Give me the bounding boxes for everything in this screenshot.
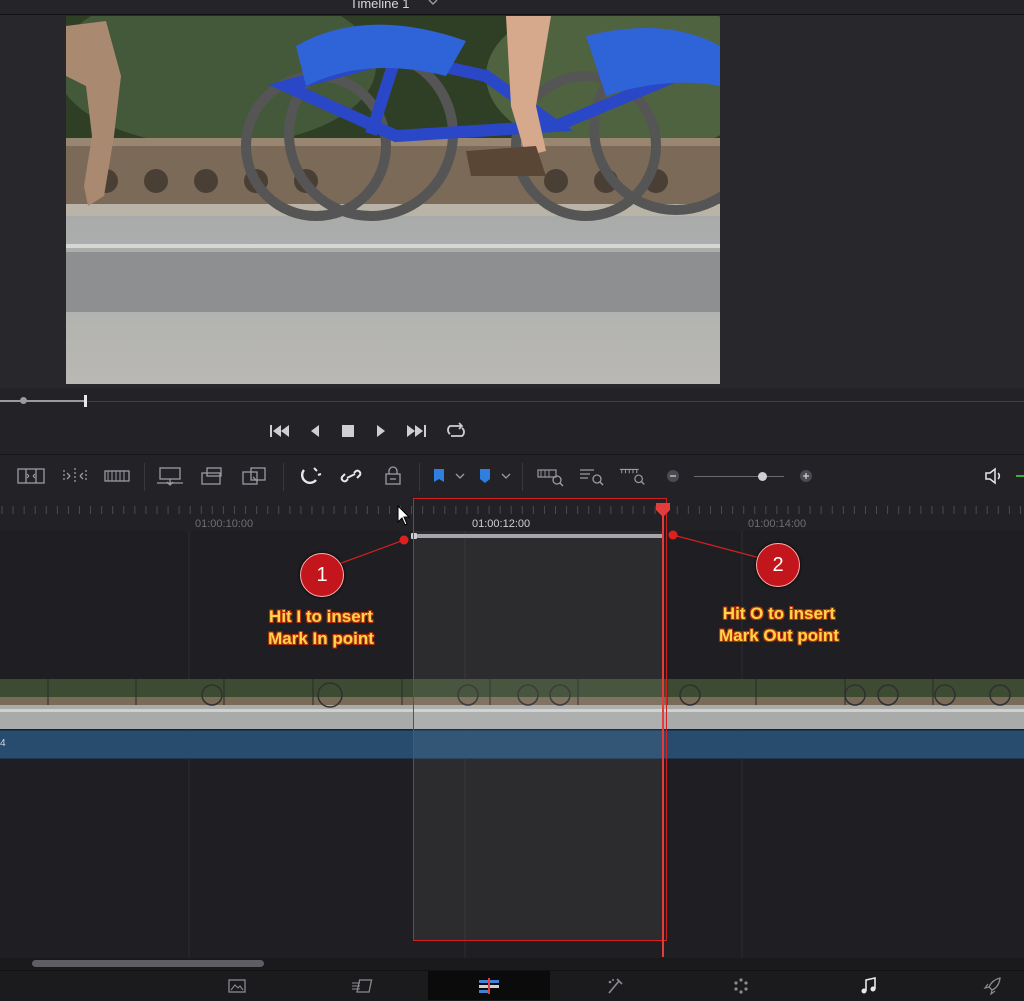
media-page-icon xyxy=(228,978,246,993)
edit-page-icon xyxy=(479,977,499,994)
annotation-text-1: Hit I to insert Mark In point xyxy=(260,606,382,650)
annotation-text-1-line2: Mark In point xyxy=(268,629,374,648)
mouse-cursor-icon xyxy=(397,505,411,526)
annotation-text-2: Hit O to insert Mark Out point xyxy=(712,603,846,647)
annotation-badge-1: 1 xyxy=(300,553,344,597)
annotation-text-1-line1: Hit I to insert xyxy=(269,607,373,626)
color-page-button[interactable] xyxy=(716,971,766,1000)
fusion-page-button[interactable] xyxy=(590,971,640,1000)
cut-page-button[interactable] xyxy=(338,971,388,1000)
deliver-page-icon xyxy=(983,976,1001,995)
timeline-scrollbar-thumb[interactable] xyxy=(32,960,264,967)
annotation-leader-lines xyxy=(335,530,761,566)
deliver-page-button[interactable] xyxy=(968,971,1018,1000)
cut-page-icon xyxy=(352,978,373,993)
annotation-text-2-line1: Hit O to insert xyxy=(722,604,836,623)
annotation-text-2-line2: Mark Out point xyxy=(719,626,839,645)
media-page-button[interactable] xyxy=(212,971,262,1000)
annotation-badge-2: 2 xyxy=(756,543,800,587)
fusion-page-icon xyxy=(608,977,623,994)
edit-page-button[interactable] xyxy=(428,971,550,1000)
fairlight-page-button[interactable] xyxy=(844,971,894,1000)
color-page-icon xyxy=(734,977,748,994)
fairlight-page-icon xyxy=(861,976,876,993)
